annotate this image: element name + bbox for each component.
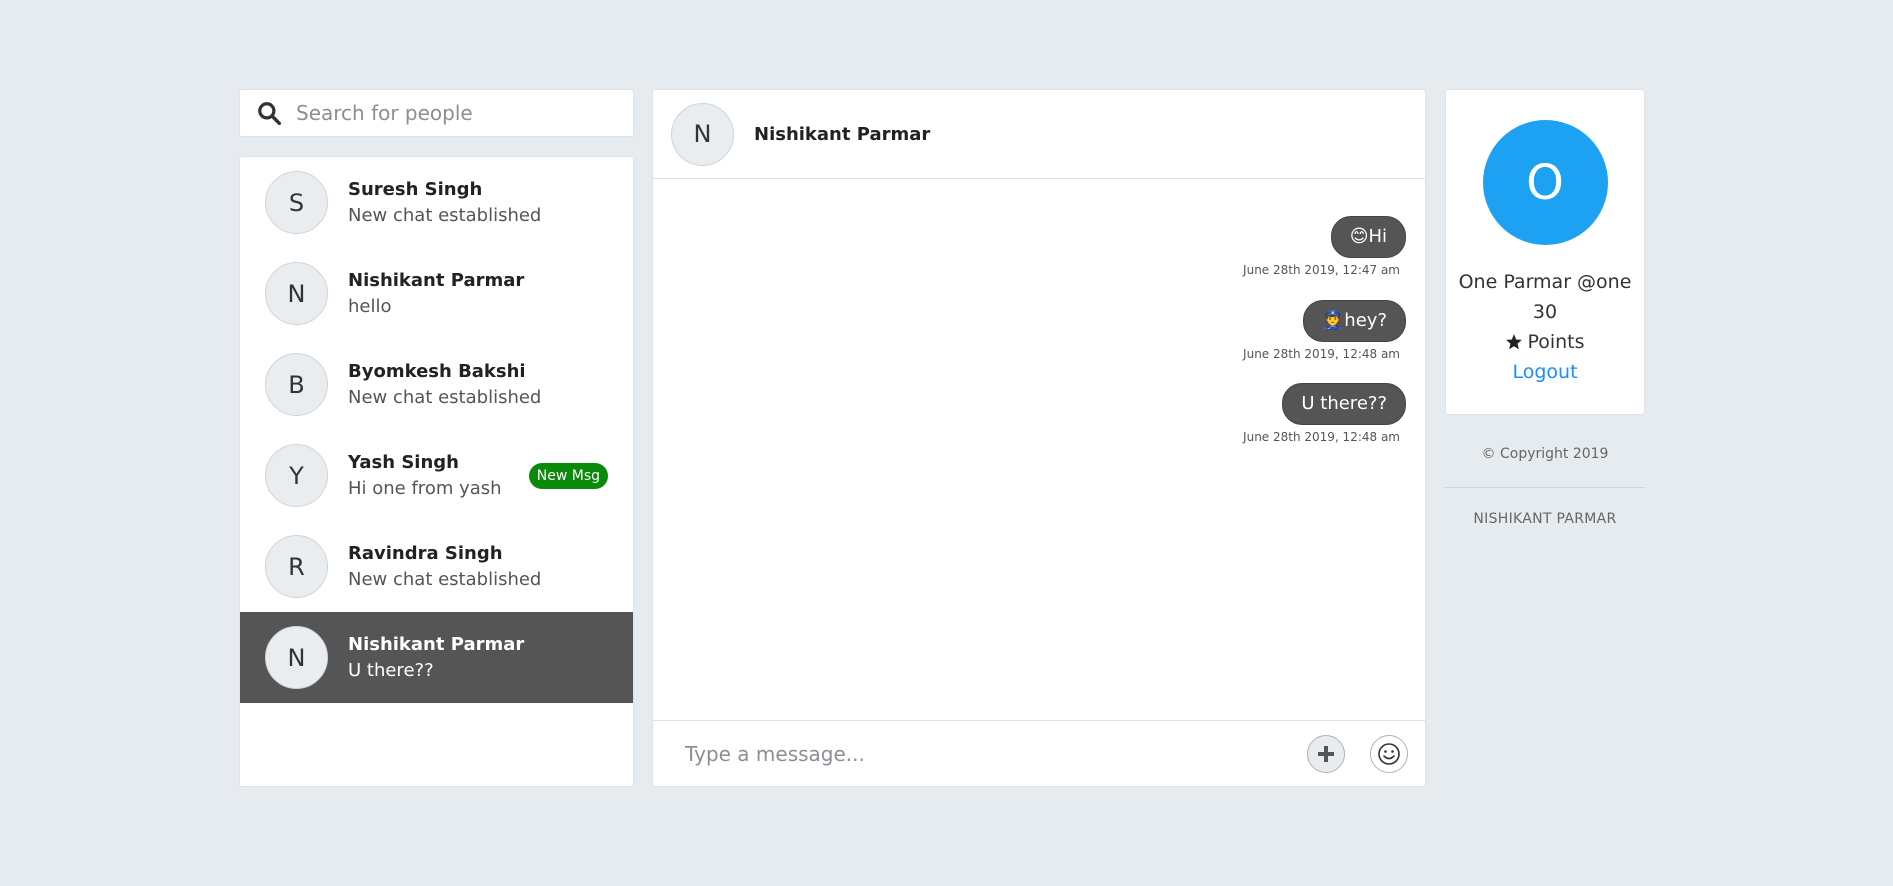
emoji-button[interactable] — [1370, 735, 1408, 773]
contact-item[interactable]: Y Yash Singh Hi one from yash New Msg — [240, 430, 633, 521]
message: U there?? June 28th 2019, 12:48 am — [1243, 383, 1406, 444]
contact-text: Nishikant Parmar hello — [348, 268, 524, 320]
message-bubble: U there?? — [1282, 383, 1406, 425]
copyright-text: © Copyright 2019 — [1481, 446, 1609, 462]
search-input[interactable] — [296, 101, 616, 125]
profile-points: Points — [1446, 327, 1644, 357]
message-input[interactable] — [685, 741, 1305, 766]
search-bar — [239, 89, 634, 137]
contact-name: Suresh Singh — [348, 178, 483, 200]
avatar: S — [265, 171, 328, 234]
contact-item[interactable]: S Suresh Singh New chat established — [240, 157, 633, 248]
contact-item[interactable]: B Byomkesh Bakshi New chat established — [240, 339, 633, 430]
contact-item-active[interactable]: N Nishikant Parmar U there?? — [240, 612, 633, 703]
message-timestamp: June 28th 2019, 12:48 am — [1243, 347, 1400, 361]
contact-text: Suresh Singh New chat established — [348, 177, 541, 229]
contact-text: Ravindra Singh New chat established — [348, 541, 541, 593]
author-name: NISHIKANT PARMAR — [1473, 511, 1617, 527]
message-bubble: 😊Hi — [1330, 216, 1406, 258]
logout-link[interactable]: Logout — [1446, 357, 1644, 387]
contact-last-message: New chat established — [348, 568, 542, 590]
plus-icon — [1318, 746, 1334, 762]
message: 😊Hi June 28th 2019, 12:47 am — [1243, 216, 1406, 277]
profile-card: O One Parmar @one 30 Points Logout — [1445, 89, 1645, 415]
profile-avatar: O — [1482, 120, 1608, 245]
avatar: R — [265, 535, 328, 598]
contact-list: S Suresh Singh New chat established N Ni… — [239, 156, 634, 787]
avatar: N — [265, 626, 328, 689]
profile-name-line2: 30 — [1532, 301, 1558, 323]
contact-last-message: hello — [348, 295, 392, 317]
avatar: Y — [265, 444, 328, 507]
contact-name: Nishikant Parmar — [348, 633, 525, 655]
contact-item[interactable]: N Nishikant Parmar hello — [240, 248, 633, 339]
contact-last-message: Hi one from yash — [348, 477, 502, 499]
contact-last-message: U there?? — [348, 659, 434, 681]
new-message-badge: New Msg — [528, 463, 608, 489]
message-timestamp: June 28th 2019, 12:47 am — [1243, 263, 1400, 277]
avatar: B — [265, 353, 328, 416]
contact-text: Nishikant Parmar U there?? — [348, 632, 524, 684]
divider — [1445, 487, 1645, 488]
message-timestamp: June 28th 2019, 12:48 am — [1243, 430, 1400, 444]
contact-name: Ravindra Singh — [348, 542, 503, 564]
contact-name: Nishikant Parmar — [348, 269, 525, 291]
contact-text: Yash Singh Hi one from yash — [348, 450, 502, 502]
smiley-icon — [1378, 743, 1400, 765]
attach-button[interactable] — [1307, 735, 1345, 773]
chat-panel: N Nishikant Parmar 😊Hi June 28th 2019, 1… — [652, 89, 1426, 787]
message-bubble: 👮hey? — [1302, 300, 1406, 342]
star-icon — [1506, 334, 1523, 350]
contact-name: Byomkesh Bakshi — [348, 360, 526, 382]
contact-last-message: New chat established — [348, 386, 542, 408]
message: 👮hey? June 28th 2019, 12:48 am — [1243, 300, 1406, 361]
avatar: N — [265, 262, 328, 325]
points-label: Points — [1527, 331, 1585, 353]
search-icon — [258, 102, 282, 126]
avatar: N — [671, 102, 734, 166]
chat-partner-name: Nishikant Parmar — [754, 123, 931, 145]
profile-name: One Parmar @one — [1458, 271, 1632, 293]
contact-name: Yash Singh — [348, 451, 459, 473]
contact-item[interactable]: R Ravindra Singh New chat established — [240, 521, 633, 612]
contact-last-message: New chat established — [348, 204, 542, 226]
message-list: 😊Hi June 28th 2019, 12:47 am 👮hey? June … — [653, 179, 1425, 719]
message-composer — [653, 720, 1425, 786]
contact-text: Byomkesh Bakshi New chat established — [348, 359, 541, 411]
chat-header: N Nishikant Parmar — [653, 90, 1425, 179]
